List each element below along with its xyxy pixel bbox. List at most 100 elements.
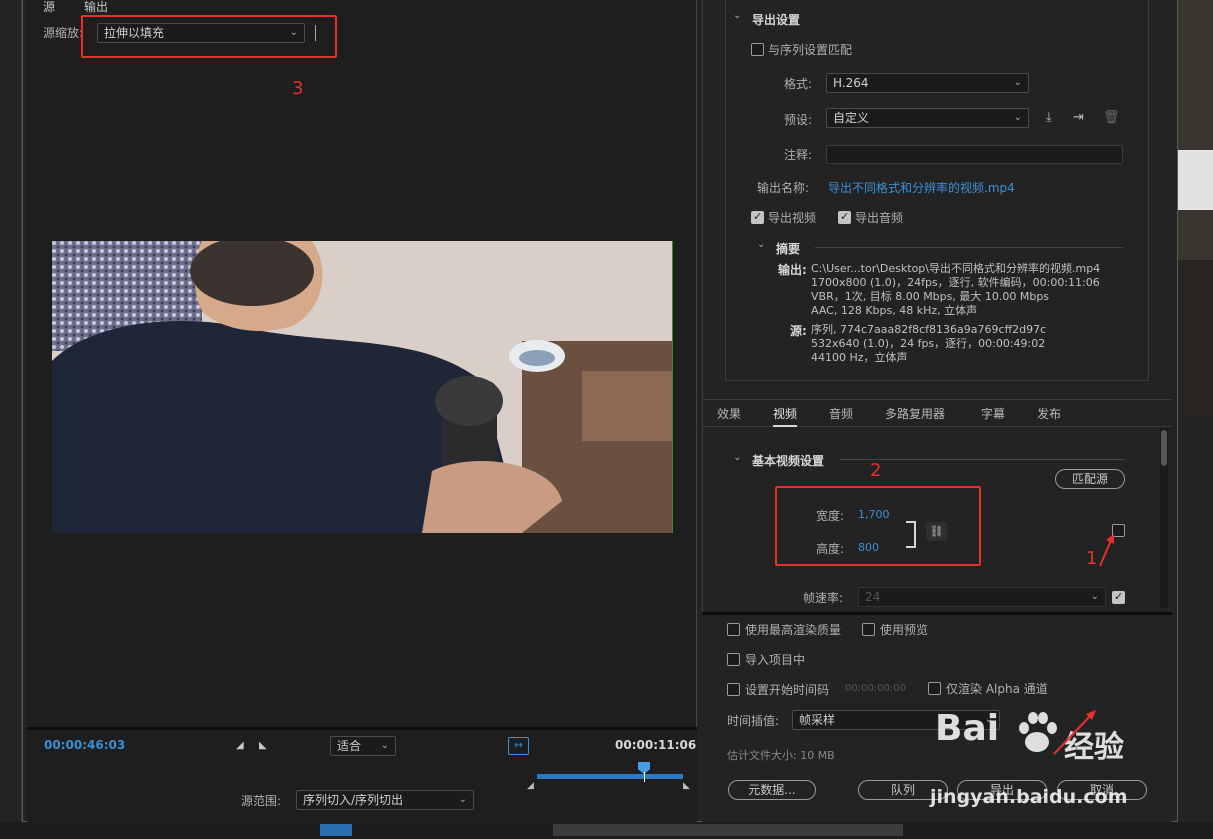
annotation-box-2: [775, 486, 981, 566]
set-out-point-icon[interactable]: ◣: [259, 740, 267, 751]
source-range-dropdown[interactable]: 序列切入/序列切出 ⌄: [296, 790, 474, 810]
video-header-divider: [840, 459, 1125, 460]
chevron-down-icon: ⌄: [458, 794, 467, 805]
framerate-label: 帧速率:: [803, 591, 844, 605]
dimension-link-bracket: [906, 521, 916, 548]
save-preset-icon[interactable]: ⤓: [1046, 110, 1052, 125]
unlink-icon[interactable]: ⛓: [926, 522, 947, 541]
summary-chevron-icon[interactable]: ⌄: [757, 239, 765, 250]
out-marker-icon[interactable]: ◣: [683, 781, 690, 791]
chevron-down-icon: ⌄: [1013, 112, 1022, 123]
width-label: 宽度:: [816, 509, 845, 523]
comment-input[interactable]: [826, 145, 1123, 164]
delete-preset-icon[interactable]: 🗑: [1103, 110, 1120, 125]
import-preset-icon[interactable]: ⇥: [1073, 110, 1084, 125]
preset-dropdown[interactable]: 自定义 ⌄: [826, 108, 1029, 128]
framerate-override-checkbox[interactable]: [1112, 590, 1125, 604]
format-label: 格式:: [784, 77, 813, 91]
collapse-chevron-icon[interactable]: ⌄: [733, 10, 741, 21]
background-app-bottom: [0, 822, 1213, 839]
chevron-down-icon: ⌄: [1090, 591, 1099, 602]
export-audio-checkbox[interactable]: [838, 210, 851, 224]
framerate-value: 24: [865, 590, 881, 604]
set-in-point-icon[interactable]: ◢: [236, 740, 244, 751]
work-area-bar[interactable]: [537, 774, 683, 779]
video-preview-frame: [52, 241, 673, 533]
render-alpha-only-checkbox[interactable]: [928, 682, 941, 695]
output-name-label: 输出名称:: [757, 181, 810, 195]
max-render-quality-label: 使用最高渲染质量: [745, 623, 842, 637]
watermark-brand: Bai: [935, 708, 1000, 749]
set-start-timecode-checkbox[interactable]: [727, 683, 740, 696]
comment-label: 注释:: [784, 148, 813, 162]
playhead-line: [644, 772, 645, 782]
source-range-value: 序列切入/序列切出: [303, 793, 404, 807]
duration-timecode: 00:00:11:06: [615, 738, 697, 752]
height-value[interactable]: 800: [858, 541, 879, 554]
tab-captions[interactable]: 字幕: [981, 405, 1005, 422]
preset-label: 预设:: [784, 113, 813, 127]
start-timecode-value[interactable]: 00:00:00:00: [845, 683, 906, 694]
source-scaling-label: 源缩放:: [43, 26, 84, 40]
background-app-left: [0, 0, 22, 839]
current-timecode[interactable]: 00:00:46:03: [44, 738, 125, 752]
video-section-chevron-icon[interactable]: ⌄: [733, 452, 741, 463]
use-preview-checkbox[interactable]: [862, 623, 875, 636]
max-render-quality-checkbox[interactable]: [727, 623, 740, 636]
tab-video[interactable]: 视频: [773, 405, 798, 427]
in-marker-icon[interactable]: ◢: [527, 781, 534, 791]
summary-header: 摘要: [776, 242, 801, 256]
annotation-arrow-4: [1053, 710, 1096, 755]
summary-source-text: 序列, 774c7aaa82f8cf8136a9a769cff2d97c 532…: [811, 323, 1047, 364]
annotation-number-2: 2: [870, 460, 882, 481]
height-label: 高度:: [816, 542, 845, 556]
tab-multiplexer[interactable]: 多路复用器: [885, 405, 945, 422]
tab-publish[interactable]: 发布: [1037, 405, 1061, 422]
summary-source-label: 源:: [790, 324, 807, 338]
preview-image: [52, 241, 672, 533]
chevron-down-icon: ⌄: [1013, 77, 1022, 88]
export-settings-header: 导出设置: [752, 13, 801, 27]
summary-divider: [815, 247, 1123, 248]
annotation-box-3: [81, 15, 337, 58]
format-dropdown[interactable]: H.264 ⌄: [826, 73, 1029, 93]
preset-value: 自定义: [833, 111, 870, 125]
fit-dropdown[interactable]: 适合 ⌄: [330, 736, 396, 756]
source-range-label: 源范围:: [241, 794, 282, 808]
set-start-timecode-label: 设置开始时间码: [745, 683, 830, 697]
tab-source[interactable]: 源: [43, 0, 55, 15]
export-video-checkbox[interactable]: [751, 210, 764, 224]
output-name-link[interactable]: 导出不同格式和分辨率的视频.mp4: [828, 179, 1015, 196]
tab-output[interactable]: 输出: [84, 0, 108, 15]
annotation-number-3: 3: [292, 78, 304, 99]
settings-tabs: 效果 视频 音频 多路复用器 字幕 发布: [702, 399, 1172, 427]
background-thumbnail: [1178, 0, 1213, 415]
format-value: H.264: [833, 76, 869, 90]
time-interpolation-label: 时间插值:: [727, 714, 780, 728]
use-preview-label: 使用预览: [880, 623, 929, 637]
width-value[interactable]: 1,700: [858, 508, 890, 521]
aspect-toggle-icon[interactable]: ↔: [508, 737, 529, 755]
match-sequence-label: 与序列设置匹配: [768, 43, 853, 57]
import-into-project-label: 导入项目中: [745, 653, 806, 667]
time-interpolation-value: 帧采样: [799, 713, 836, 727]
summary-output-label: 输出:: [778, 263, 807, 277]
summary-output-text: C:\User...tor\Desktop\导出不同格式和分辨率的视频.mp4 …: [811, 262, 1101, 317]
metadata-button[interactable]: 元数据...: [728, 780, 816, 800]
match-source-button[interactable]: 匹配源: [1055, 469, 1125, 489]
export-video-label: 导出视频: [768, 211, 817, 225]
fit-value: 适合: [337, 739, 362, 753]
basic-video-settings-header: 基本视频设置: [752, 454, 825, 468]
match-sequence-checkbox[interactable]: [751, 43, 764, 56]
background-app-right: [1178, 0, 1213, 839]
annotation-arrow-1: [1099, 534, 1114, 567]
import-into-project-checkbox[interactable]: [727, 653, 740, 666]
estimated-file-size: 估计文件大小: 10 MB: [727, 749, 835, 762]
settings-scrollbar[interactable]: [1160, 428, 1168, 608]
watermark-url: jingyan.baidu.com: [930, 786, 1128, 808]
render-alpha-only-label: 仅渲染 Alpha 通道: [946, 682, 1048, 696]
framerate-dropdown[interactable]: 24 ⌄: [858, 587, 1106, 607]
export-audio-label: 导出音频: [855, 211, 904, 225]
tab-effects[interactable]: 效果: [717, 405, 741, 422]
tab-audio[interactable]: 音频: [829, 405, 853, 422]
